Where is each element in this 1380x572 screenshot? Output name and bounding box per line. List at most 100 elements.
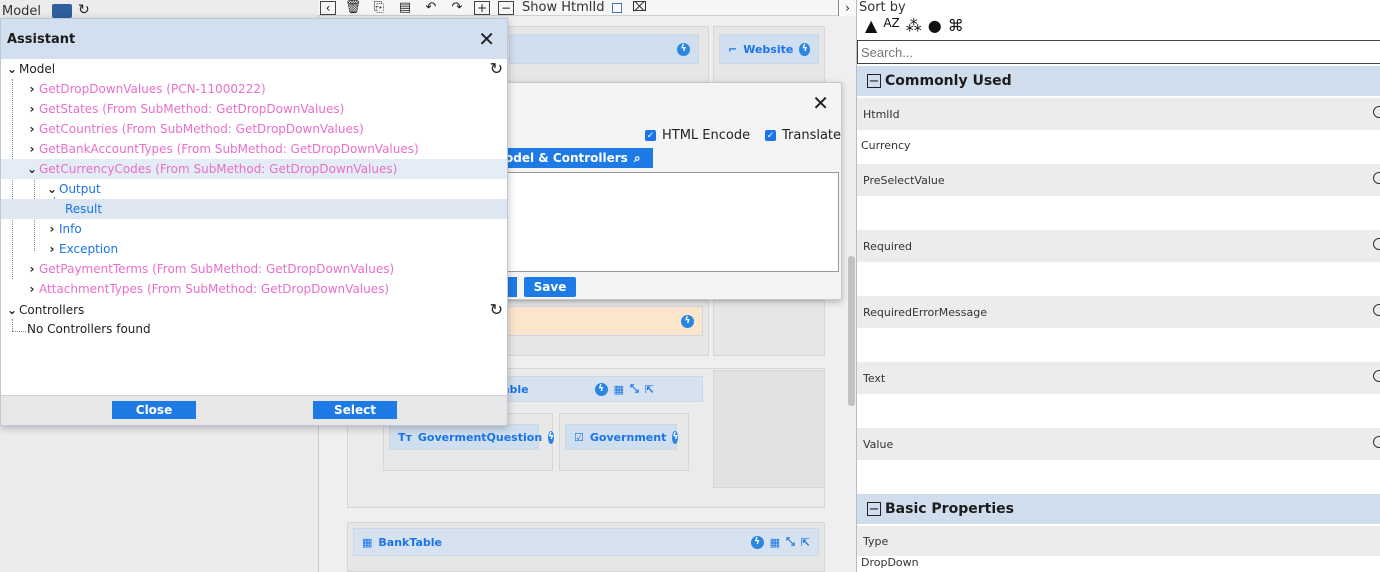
expression-textarea[interactable] — [491, 172, 839, 272]
resize-icon[interactable]: ⤡ — [630, 382, 639, 396]
prop-text-value[interactable] — [857, 394, 1380, 424]
chevron-right-icon[interactable]: › — [45, 242, 59, 256]
close-icon[interactable]: ✕ — [812, 91, 829, 115]
tree-node[interactable]: › GetStates (From SubMethod: GetDropDown… — [25, 99, 345, 119]
delete-icon[interactable]: 🗑 — [344, 1, 362, 15]
popout-icon[interactable]: ⇱ — [801, 536, 810, 549]
event-bolt-icon[interactable]: ϟ — [594, 382, 608, 396]
gear-icon[interactable] — [52, 4, 72, 18]
tree-node[interactable]: › GetDropDownValues (PCN-11000222) — [25, 79, 266, 99]
govq-label: GovermentQuestion — [417, 430, 543, 444]
prop-value-value[interactable] — [857, 460, 1380, 490]
chevron-right-icon[interactable]: › — [25, 262, 39, 276]
tree-node[interactable]: › Info — [45, 219, 82, 239]
popout-icon[interactable]: ⇱ — [645, 383, 654, 396]
translate-icon[interactable]: ⌘ — [948, 16, 964, 35]
tree-label: GetCountries (From SubMethod: GetDropDow… — [39, 122, 364, 136]
grid-icon[interactable]: ▦ — [770, 536, 780, 549]
government-widget[interactable]: ☑ Government ϟ — [565, 424, 679, 450]
section-basic-properties[interactable]: − Basic Properties — [857, 494, 1380, 524]
user-icon[interactable]: ● — [928, 16, 942, 35]
checkbox-checked-icon[interactable]: ✓ — [645, 130, 656, 141]
reset-icon[interactable] — [1373, 436, 1380, 448]
property-search-input[interactable]: Search... — [857, 40, 1380, 64]
event-bolt-icon[interactable]: ϟ — [677, 42, 690, 56]
collapse-icon[interactable]: − — [867, 74, 881, 88]
select-button[interactable]: Select — [313, 401, 397, 419]
event-bolt-icon[interactable]: ϟ — [672, 430, 679, 444]
chevron-right-icon[interactable]: › — [45, 222, 59, 236]
event-bolt-icon[interactable]: ϟ — [681, 314, 694, 328]
chevron-right-icon[interactable]: › — [25, 82, 39, 96]
reset-icon[interactable] — [1373, 106, 1380, 118]
refresh-icon[interactable]: ↻ — [490, 59, 503, 78]
reset-icon[interactable] — [1373, 172, 1380, 184]
reset-icon[interactable] — [1373, 370, 1380, 382]
reset-icon[interactable] — [1373, 238, 1380, 250]
add-icon[interactable]: + — [474, 0, 490, 15]
model-tab[interactable]: Model — [2, 4, 41, 19]
chevron-down-icon[interactable]: ⌄ — [25, 162, 39, 176]
alpha-sort-icon[interactable]: AZ — [883, 16, 899, 35]
refresh-icon[interactable]: ↻ — [490, 300, 503, 319]
canvas-scrollbar[interactable] — [848, 256, 855, 406]
event-bolt-icon[interactable]: ϟ — [548, 430, 555, 444]
chevron-down-icon[interactable]: ⌄ — [5, 62, 19, 76]
chevron-right-icon[interactable]: › — [838, 0, 856, 16]
prop-required-value[interactable] — [857, 262, 1380, 292]
tree-node-hover[interactable]: Result — [1, 199, 507, 219]
show-htmlid-checkbox[interactable] — [612, 2, 623, 13]
chevron-down-icon[interactable]: ⌄ — [45, 182, 59, 196]
govq-widget[interactable]: Tт GovermentQuestion ϟ — [389, 424, 555, 450]
tree-node[interactable]: ⌄ Output — [45, 179, 101, 199]
chevron-right-icon[interactable]: › — [25, 282, 39, 296]
remove-icon[interactable]: − — [498, 0, 514, 15]
document-icon[interactable]: ▤ — [396, 1, 414, 15]
chevron-left-icon[interactable]: ‹ — [320, 0, 336, 15]
banktable-widget[interactable]: ▦ BankTable ϟ ▦ ⤡ ⇱ — [353, 528, 819, 556]
translate-option[interactable]: ✓ Translate — [765, 128, 841, 143]
tree-node[interactable]: › GetBankAccountTypes (From SubMethod: G… — [25, 139, 419, 159]
website-widget[interactable]: ⌐ Website ϟ — [719, 34, 819, 64]
html-encode-option[interactable]: ✓ HTML Encode — [645, 128, 750, 143]
model-controllers-button[interactable]: odel & Controllers ⌕ — [491, 148, 653, 168]
close-button[interactable]: Close — [112, 401, 196, 419]
tree-node-controllers[interactable]: ⌄ Controllers — [5, 300, 84, 320]
section-commonly-used[interactable]: − Commonly Used — [857, 66, 1380, 96]
collapse-icon[interactable]: − — [867, 502, 881, 516]
redo-icon[interactable]: ↷ — [448, 1, 466, 15]
reset-icon[interactable] — [1373, 304, 1380, 316]
tree-label: Info — [59, 222, 82, 236]
tree-label: Exception — [59, 242, 119, 256]
chevron-right-icon[interactable]: › — [25, 142, 39, 156]
copy-icon[interactable]: ⎘ — [370, 1, 388, 15]
prop-preselect-value[interactable] — [857, 196, 1380, 226]
tree-label: GetDropDownValues (PCN-11000222) — [39, 82, 266, 96]
tree-node[interactable]: › GetPaymentTerms (From SubMethod: GetDr… — [25, 259, 395, 279]
refresh-icon[interactable]: ↻ — [78, 2, 90, 18]
tree-node-model[interactable]: ⌄ Model — [5, 59, 55, 79]
canvas-widget[interactable]: ϟ — [509, 34, 699, 64]
tree-node[interactable]: › GetCountries (From SubMethod: GetDropD… — [25, 119, 364, 139]
event-bolt-icon[interactable]: ϟ — [750, 535, 764, 549]
chevron-right-icon[interactable]: › — [25, 102, 39, 116]
screenshot-icon[interactable]: ⌧ — [630, 1, 648, 15]
close-icon[interactable]: ✕ — [478, 27, 495, 51]
save-button[interactable]: Save — [524, 277, 576, 297]
checkbox-checked-icon[interactable]: ✓ — [765, 130, 776, 141]
resize-icon[interactable]: ⤡ — [786, 535, 795, 549]
prop-required-error-value[interactable] — [857, 328, 1380, 358]
event-bolt-icon[interactable]: ϟ — [799, 42, 810, 56]
category-sort-icon[interactable]: ▲ — [865, 16, 877, 35]
events-icon[interactable]: ⁂ — [906, 16, 922, 35]
tree-node[interactable]: › AttachmentTypes (From SubMethod: GetDr… — [25, 279, 390, 299]
chevron-right-icon[interactable]: › — [25, 122, 39, 136]
tree-node[interactable]: › Exception — [45, 239, 119, 259]
prop-type-value[interactable]: DropDown — [857, 556, 1380, 572]
undo-icon[interactable]: ↶ — [422, 1, 440, 15]
tree-node-selected[interactable]: ⌄ GetCurrencyCodes (From SubMethod: GetD… — [1, 159, 507, 179]
grid-icon[interactable]: ▦ — [614, 383, 624, 396]
tree-label: Controllers — [19, 303, 85, 317]
prop-htmlid-value[interactable]: Currency — [857, 130, 1380, 160]
chevron-down-icon[interactable]: ⌄ — [5, 303, 19, 317]
